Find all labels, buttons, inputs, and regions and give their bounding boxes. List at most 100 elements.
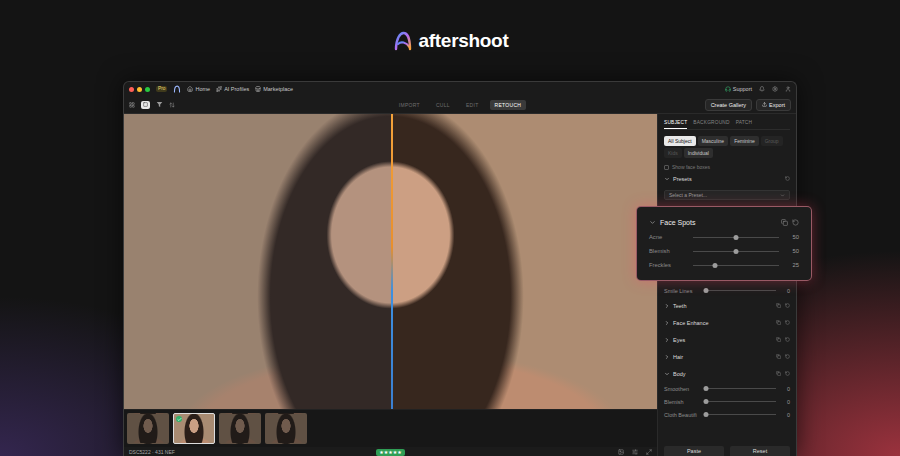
section-actions	[776, 303, 790, 308]
slider-value: 50	[783, 234, 799, 240]
brand-name: aftershoot	[419, 30, 509, 52]
face-spots-slider: Blemish50	[649, 244, 799, 258]
slider-track[interactable]	[706, 290, 776, 291]
mode-tab[interactable]: IMPORT	[394, 100, 425, 110]
slider-track[interactable]	[693, 237, 779, 238]
image-icon[interactable]	[618, 449, 624, 455]
sort-icon[interactable]	[169, 102, 175, 108]
after-image	[393, 114, 657, 409]
nav-item[interactable]: Home	[187, 86, 210, 92]
filmstrip-thumbnail[interactable]	[127, 413, 169, 444]
user-icon[interactable]	[785, 86, 791, 92]
star[interactable]: ★	[384, 450, 388, 455]
slider-track[interactable]	[706, 401, 776, 402]
reset-icon[interactable]	[785, 176, 790, 181]
copy-icon[interactable]	[781, 219, 788, 226]
slider-track[interactable]	[693, 251, 779, 252]
panel-tab[interactable]: PATCH	[736, 118, 753, 129]
filmstrip	[124, 409, 657, 447]
app-logo-icon[interactable]	[173, 85, 181, 93]
sliders-icon[interactable]	[632, 449, 638, 455]
star[interactable]: ★	[397, 450, 401, 455]
section-header[interactable]: Eyes	[664, 331, 790, 348]
filter-chip[interactable]: Feminine	[730, 136, 759, 146]
panel-button[interactable]: Paste	[664, 446, 724, 456]
reset-icon[interactable]	[785, 354, 790, 359]
reset-icon[interactable]	[785, 303, 790, 308]
star[interactable]: ★	[379, 450, 383, 455]
reset-icon[interactable]	[785, 371, 790, 376]
slider-label: Blemish	[649, 248, 689, 254]
window-controls	[129, 87, 150, 92]
panel-button[interactable]: Reset	[730, 446, 790, 456]
slider-knob[interactable]	[704, 412, 709, 417]
star[interactable]: ★	[388, 450, 392, 455]
mode-tab[interactable]: CULL	[431, 100, 455, 110]
filter-chip[interactable]: All Subject	[664, 136, 696, 146]
title-bar: ProHomeAI ProfilesMarketplaceSupport	[124, 82, 796, 96]
preset-select[interactable]: Select a Preset...	[664, 190, 790, 200]
slider-knob[interactable]	[704, 288, 709, 293]
presets-header[interactable]: Presets	[664, 170, 790, 187]
bell-icon[interactable]	[759, 86, 765, 92]
slider-knob[interactable]	[734, 235, 739, 240]
minimize-button[interactable]	[137, 87, 142, 92]
slider-track[interactable]	[706, 388, 776, 389]
close-button[interactable]	[129, 87, 134, 92]
reset-icon[interactable]	[785, 337, 790, 342]
face-spots-header[interactable]: Face Spots	[649, 219, 799, 226]
copy-icon[interactable]	[776, 337, 781, 342]
filter-chip[interactable]: Individual	[684, 148, 713, 158]
copy-icon[interactable]	[776, 303, 781, 308]
filter-chip: Kids	[664, 148, 682, 158]
filmstrip-thumbnail[interactable]	[173, 413, 215, 444]
section-actions	[776, 371, 790, 376]
headphones-icon	[725, 86, 731, 92]
slider-track[interactable]	[693, 265, 779, 266]
slider-knob[interactable]	[712, 263, 717, 268]
filter-chip[interactable]: Masculine	[698, 136, 729, 146]
face-spots-slider: Freckles25	[649, 258, 799, 272]
filter-icon[interactable]	[156, 101, 163, 108]
section-header[interactable]: Teeth	[664, 297, 790, 314]
star-rating[interactable]: ★★★★★	[376, 449, 404, 456]
fullscreen-icon[interactable]	[646, 449, 652, 455]
nav-item[interactable]: AI Profiles	[216, 86, 249, 92]
mode-tab[interactable]: RETOUCH	[490, 100, 527, 110]
section-header[interactable]: Body	[664, 365, 790, 382]
panel-tab[interactable]: BACKGROUND	[693, 118, 729, 129]
slider-knob[interactable]	[734, 249, 739, 254]
copy-icon[interactable]	[776, 354, 781, 359]
single-view-toggle[interactable]	[141, 101, 150, 109]
export-button[interactable]: Export	[756, 99, 791, 111]
support-link[interactable]: Support	[725, 86, 752, 92]
create-gallery-button[interactable]: Create Gallery	[705, 99, 752, 111]
star[interactable]: ★	[393, 450, 397, 455]
toolbar: IMPORT CULL EDIT RETOUCH Create Gallery Expor…	[124, 96, 796, 114]
slider-knob[interactable]	[704, 386, 709, 391]
nav-icon	[216, 86, 222, 92]
panel-tab[interactable]: SUBJECT	[664, 118, 687, 129]
copy-icon[interactable]	[776, 371, 781, 376]
section-header[interactable]: Face Enhance	[664, 314, 790, 331]
show-face-boxes[interactable]: Show face boxes	[664, 164, 790, 170]
copy-icon[interactable]	[776, 320, 781, 325]
reset-icon[interactable]	[785, 320, 790, 325]
reset-icon[interactable]	[792, 219, 799, 226]
slider-knob[interactable]	[704, 399, 709, 404]
checkbox[interactable]	[664, 165, 669, 170]
gear-icon[interactable]	[772, 86, 778, 92]
mode-tab[interactable]: EDIT	[461, 100, 484, 110]
nav-item[interactable]: Marketplace	[255, 86, 293, 92]
filter-chip: Group	[761, 136, 783, 146]
slider-label: Freckles	[649, 262, 689, 268]
maximize-button[interactable]	[145, 87, 150, 92]
grid-view-icon[interactable]	[129, 102, 135, 108]
viewer-column: DSC5222 · 431 NEF★★★★★	[124, 114, 657, 456]
filmstrip-thumbnail[interactable]	[219, 413, 261, 444]
filmstrip-thumbnail[interactable]	[265, 413, 307, 444]
slider-track[interactable]	[706, 414, 776, 415]
chevron-right-icon	[664, 337, 670, 343]
section-header[interactable]: Hair	[664, 348, 790, 365]
before-image	[124, 114, 391, 409]
